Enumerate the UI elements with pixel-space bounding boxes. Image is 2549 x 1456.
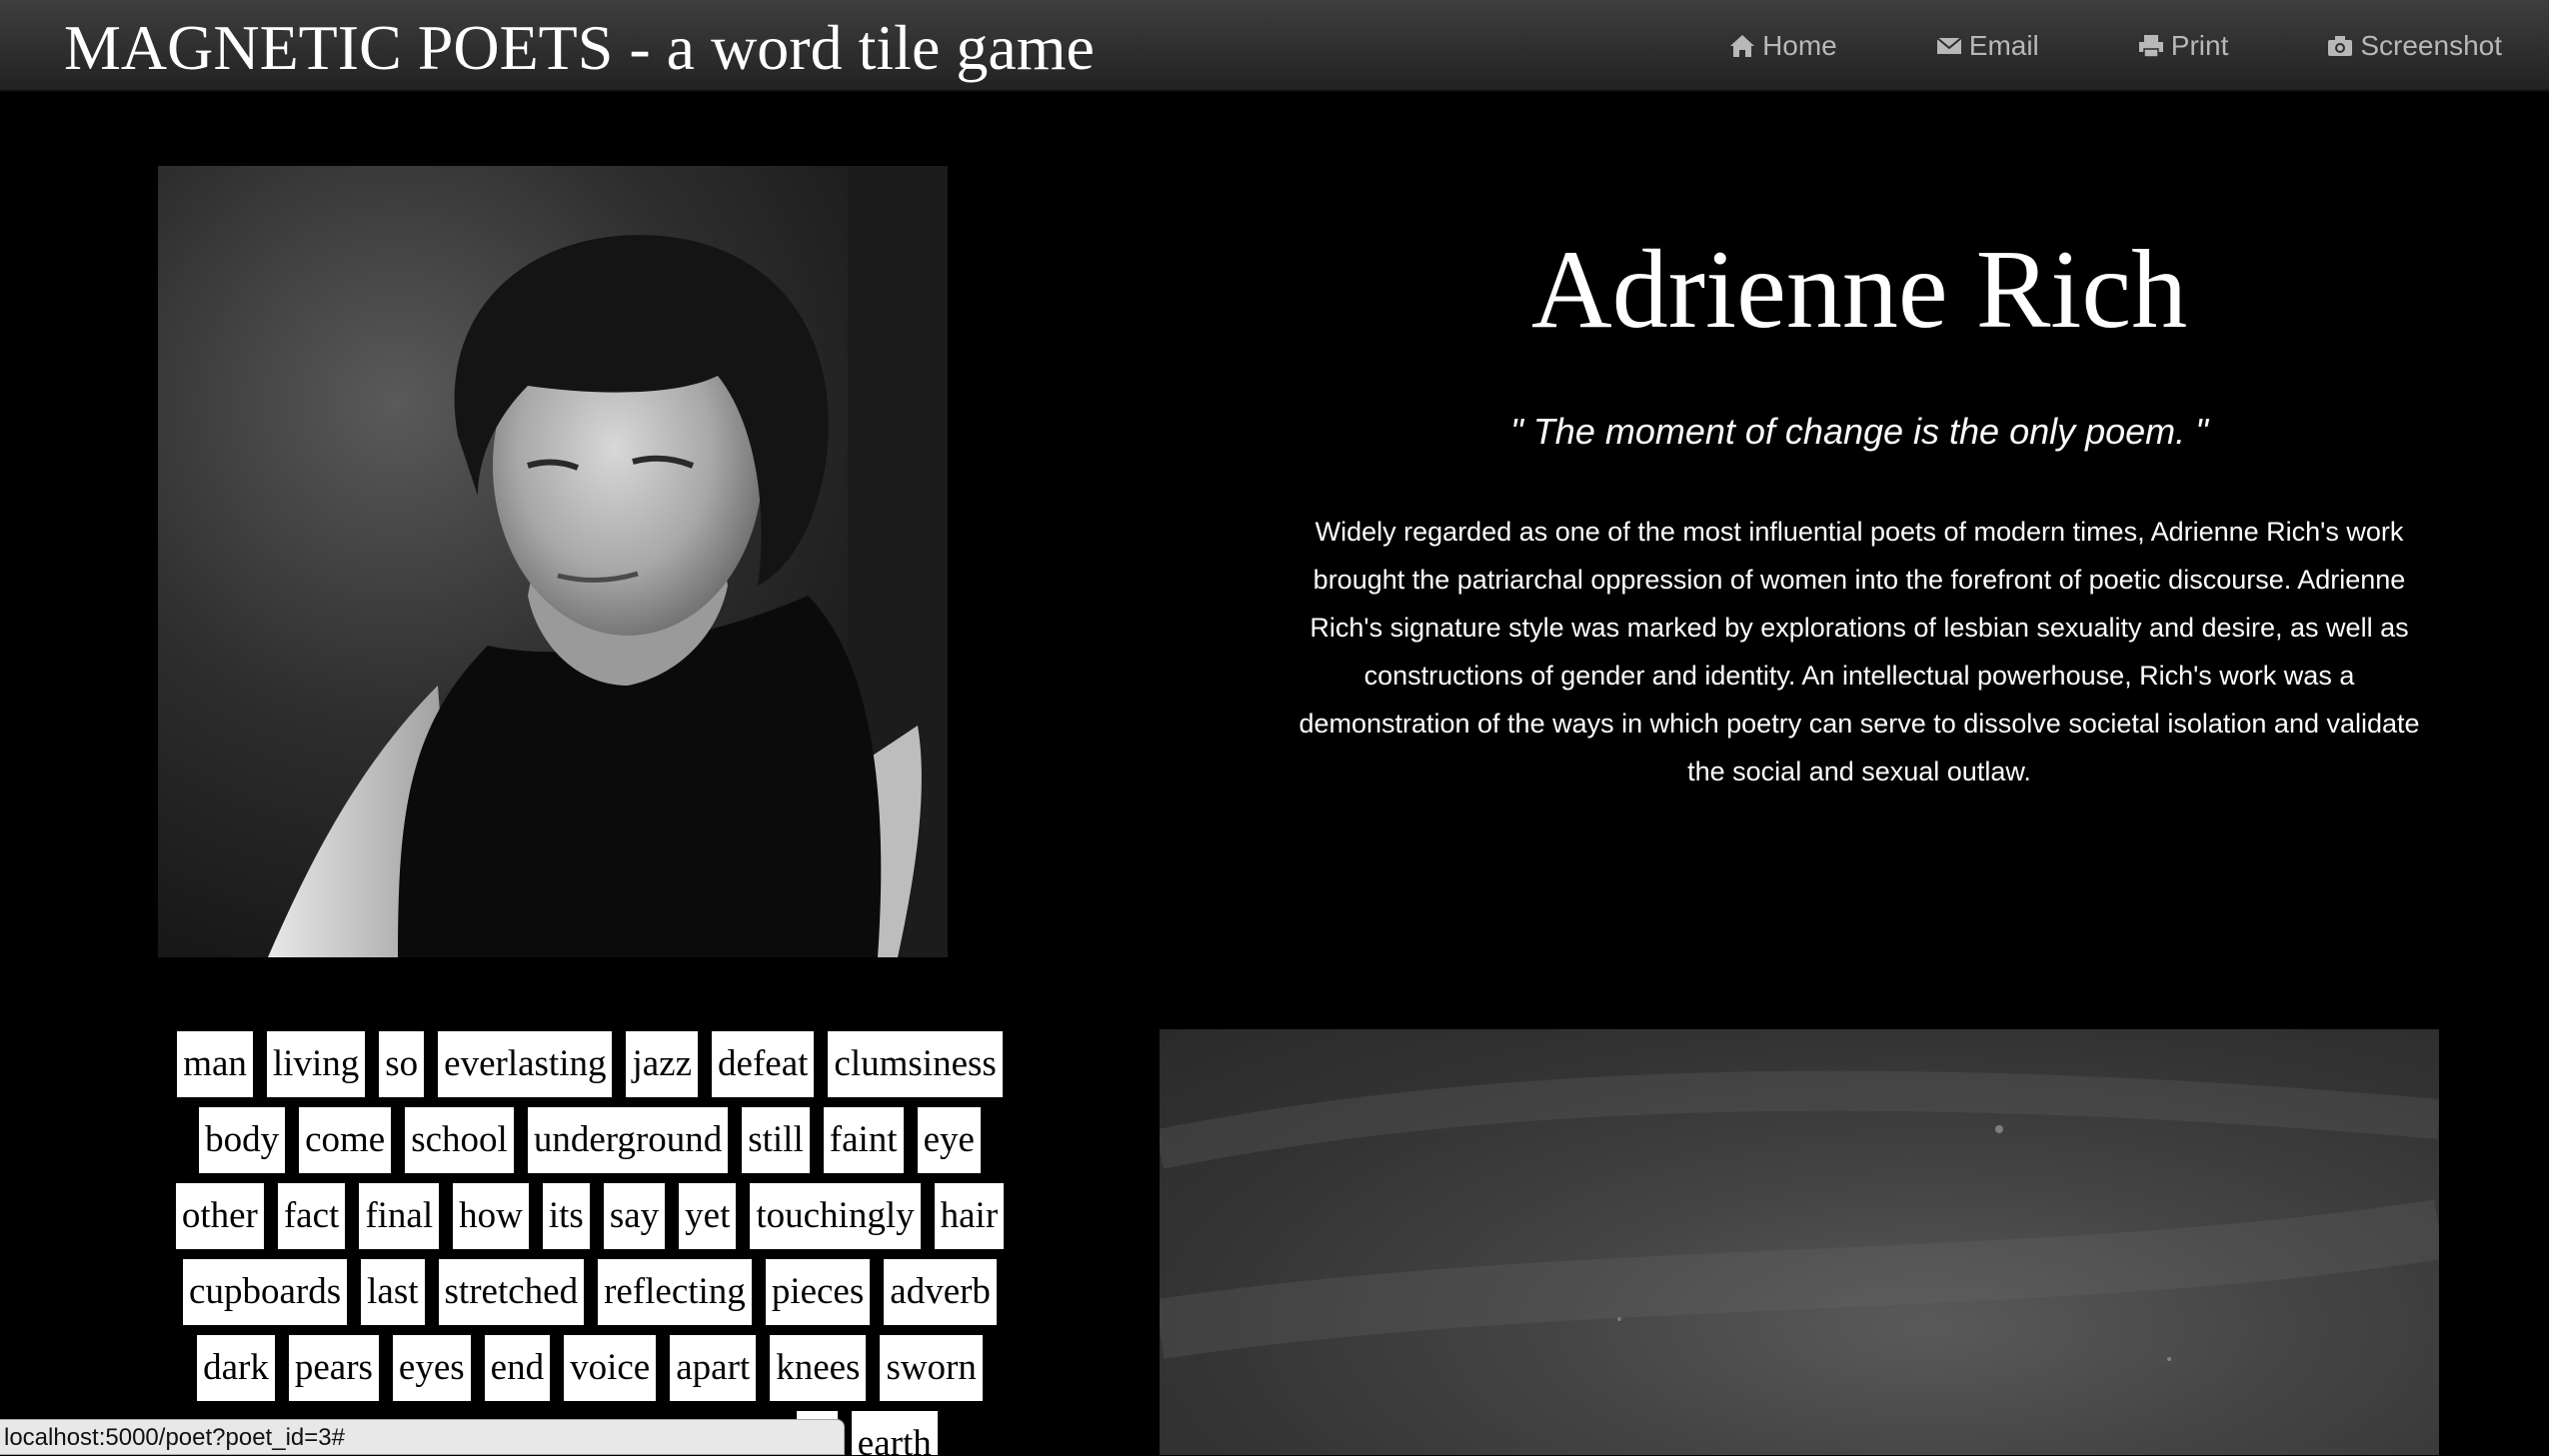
tile-row: cupboards last stretched reflecting piec… — [140, 1259, 1040, 1325]
word-tile[interactable]: pieces — [765, 1259, 871, 1325]
nav-print-link[interactable]: Print — [2137, 30, 2229, 62]
nav-links: Home Email Print Screenshot — [1630, 0, 2502, 92]
word-tile[interactable]: body — [199, 1107, 286, 1173]
word-tile[interactable]: other — [175, 1183, 264, 1249]
word-tile[interactable]: yet — [679, 1183, 737, 1249]
poet-name: Adrienne Rich — [1530, 228, 2188, 352]
word-tile[interactable]: dark — [197, 1335, 275, 1401]
word-tile[interactable]: clumsiness — [828, 1031, 1003, 1097]
word-tile-bank: man living so everlasting jazz defeat cl… — [140, 1031, 1040, 1455]
word-tile[interactable]: underground — [527, 1107, 729, 1173]
browser-status-bar: localhost:5000/poet?poet_id=3# — [0, 1419, 845, 1455]
word-tile[interactable]: apart — [670, 1335, 757, 1401]
word-tile[interactable]: faint — [823, 1107, 904, 1173]
envelope-icon — [1935, 32, 1963, 60]
word-tile[interactable]: adverb — [884, 1259, 997, 1325]
navbar: MAGNETIC POETS - a word tile game Home E… — [0, 0, 2549, 92]
word-tile[interactable]: living — [266, 1031, 366, 1097]
brand-title[interactable]: MAGNETIC POETS - a word tile game — [64, 10, 1095, 86]
word-tile[interactable]: so — [379, 1031, 425, 1097]
word-tile[interactable]: pears — [288, 1335, 379, 1401]
nav-print-label: Print — [2170, 30, 2229, 61]
word-tile[interactable]: its — [542, 1183, 590, 1249]
word-tile[interactable]: fact — [277, 1183, 346, 1249]
nav-email-label: Email — [1968, 30, 2039, 61]
word-tile[interactable]: man — [177, 1031, 253, 1097]
word-tile[interactable]: still — [742, 1107, 810, 1173]
word-tile[interactable]: defeat — [712, 1031, 815, 1097]
chalkboard-canvas[interactable] — [1160, 1029, 2439, 1455]
nav-screenshot-link[interactable]: Screenshot — [2326, 30, 2502, 62]
word-tile[interactable]: come — [299, 1107, 392, 1173]
nav-email-link[interactable]: Email — [1935, 30, 2039, 62]
word-tile[interactable]: voice — [564, 1335, 657, 1401]
home-icon — [1728, 32, 1756, 60]
word-tile[interactable]: end — [484, 1335, 551, 1401]
word-tile[interactable]: final — [359, 1183, 440, 1249]
word-tile[interactable]: knees — [770, 1335, 867, 1401]
poet-bio: Widely regarded as one of the most influ… — [1298, 517, 2420, 786]
tile-row: body come school underground still faint… — [140, 1107, 1040, 1173]
nav-screenshot-label: Screenshot — [2360, 30, 2502, 61]
word-tile[interactable]: school — [405, 1107, 514, 1173]
tile-row: man living so everlasting jazz defeat cl… — [140, 1031, 1040, 1097]
tile-row: other fact final how its say yet touchin… — [140, 1183, 1040, 1249]
nav-home-link[interactable]: Home — [1728, 30, 1837, 62]
tile-row: dark pears eyes end voice apart knees sw… — [140, 1335, 1040, 1401]
word-tile[interactable]: stretched — [438, 1259, 585, 1325]
word-tile[interactable]: eyes — [392, 1335, 471, 1401]
camera-icon — [2326, 32, 2354, 60]
word-tile[interactable]: jazz — [626, 1031, 699, 1097]
word-tile[interactable]: how — [453, 1183, 529, 1249]
print-icon — [2137, 32, 2165, 60]
poet-portrait — [158, 166, 948, 957]
word-tile[interactable]: hair — [934, 1183, 1005, 1249]
nav-home-label: Home — [1762, 30, 1837, 61]
poet-quote: " The moment of change is the only poem.… — [1510, 411, 2208, 452]
word-tile[interactable]: everlasting — [438, 1031, 613, 1097]
word-tile[interactable]: earth — [851, 1411, 938, 1455]
word-tile[interactable]: last — [361, 1259, 425, 1325]
word-tile[interactable]: sworn — [880, 1335, 983, 1401]
word-tile[interactable]: cupboards — [183, 1259, 348, 1325]
word-tile[interactable]: touchingly — [750, 1183, 921, 1249]
word-tile[interactable]: eye — [917, 1107, 981, 1173]
word-tile[interactable]: reflecting — [598, 1259, 752, 1325]
word-tile[interactable]: say — [603, 1183, 666, 1249]
